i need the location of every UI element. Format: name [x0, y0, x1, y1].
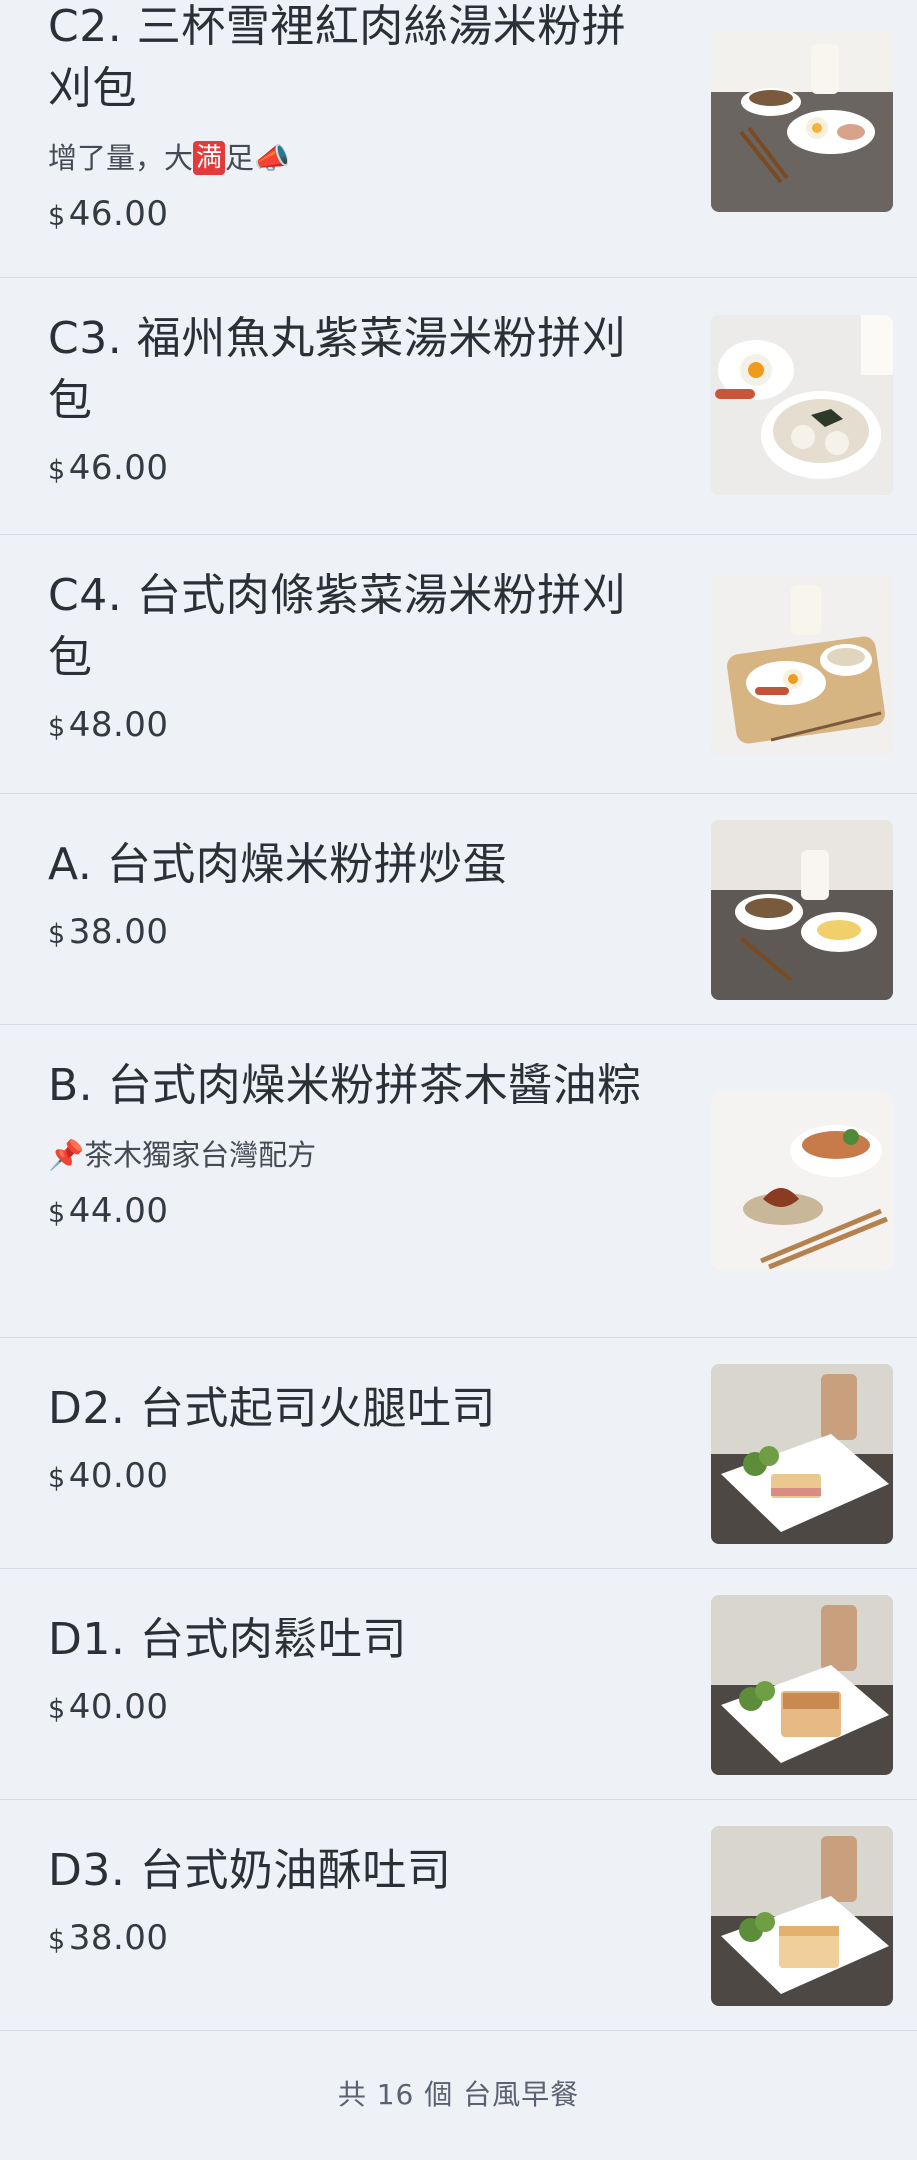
menu-item-image[interactable]	[711, 1595, 893, 1775]
menu-item-title: D3. 台式奶油酥吐司	[48, 1845, 452, 1896]
currency-symbol: $	[48, 1694, 66, 1725]
menu-item-image[interactable]	[711, 575, 893, 755]
breakfast-set-photo	[711, 32, 893, 212]
currency-symbol: $	[48, 919, 66, 950]
menu-item-price: $40.00	[48, 1687, 169, 1727]
menu-item-title: C4. 台式肉條紫菜湯米粉拼刈包	[48, 570, 627, 683]
menu-item-image[interactable]	[711, 820, 893, 1000]
menu-item[interactable]: C3. 福州魚丸紫菜湯米粉拼刈包 $46.00	[0, 278, 917, 535]
rice-dumpling-set-photo	[711, 1091, 893, 1271]
menu-item-image[interactable]	[711, 315, 893, 495]
menu-item-price: $40.00	[48, 1456, 169, 1496]
currency-symbol: $	[48, 712, 66, 743]
menu-item-price: $48.00	[48, 705, 169, 745]
menu-item-price: $38.00	[48, 1918, 169, 1958]
menu-item-title: C2. 三杯雪裡紅肉絲湯米粉拼刈包	[48, 1, 627, 114]
menu-item-title: C3. 福州魚丸紫菜湯米粉拼刈包	[48, 313, 627, 426]
toast-set-photo	[711, 1826, 893, 2006]
menu-page: C2. 三杯雪裡紅肉絲湯米粉拼刈包 增了量，大満足📣 $46.00 C3. 福州…	[0, 0, 917, 2160]
menu-item[interactable]: A. 台式肉燥米粉拼炒蛋 $38.00	[0, 794, 917, 1025]
menu-item-price: $46.00	[48, 194, 169, 234]
menu-item-image[interactable]	[711, 1091, 893, 1271]
menu-item-title: B. 台式肉燥米粉拼茶木醬油粽	[48, 1060, 642, 1111]
item-count-footer: 共 16 個 台風早餐	[337, 2078, 580, 2111]
menu-item-image[interactable]	[711, 32, 893, 212]
toast-set-photo	[711, 1595, 893, 1775]
badge-icon: 満	[193, 141, 226, 175]
currency-symbol: $	[48, 455, 66, 486]
menu-item-description: 增了量，大満足📣	[48, 141, 291, 175]
menu-item-image[interactable]	[711, 1826, 893, 2006]
breakfast-set-photo	[711, 315, 893, 495]
menu-item-title: D2. 台式起司火腿吐司	[48, 1383, 496, 1434]
menu-item[interactable]: D2. 台式起司火腿吐司 $40.00	[0, 1338, 917, 1569]
breakfast-set-photo	[711, 575, 893, 755]
menu-item[interactable]: B. 台式肉燥米粉拼茶木醬油粽 📌茶木獨家台灣配方 $44.00	[0, 1025, 917, 1338]
menu-item-title: D1. 台式肉鬆吐司	[48, 1614, 407, 1665]
currency-symbol: $	[48, 1925, 66, 1956]
toast-set-photo	[711, 1364, 893, 1544]
currency-symbol: $	[48, 1463, 66, 1494]
menu-item-price: $44.00	[48, 1191, 169, 1231]
menu-item[interactable]: D1. 台式肉鬆吐司 $40.00	[0, 1569, 917, 1800]
currency-symbol: $	[48, 201, 66, 232]
breakfast-set-photo	[711, 820, 893, 1000]
menu-item-price: $46.00	[48, 448, 169, 488]
currency-symbol: $	[48, 1198, 66, 1229]
menu-item-image[interactable]	[711, 1364, 893, 1544]
menu-item[interactable]: C4. 台式肉條紫菜湯米粉拼刈包 $48.00	[0, 535, 917, 794]
menu-item-description: 📌茶木獨家台灣配方	[48, 1138, 317, 1172]
menu-item[interactable]: D3. 台式奶油酥吐司 $38.00	[0, 1800, 917, 2031]
menu-item[interactable]: C2. 三杯雪裡紅肉絲湯米粉拼刈包 增了量，大満足📣 $46.00	[0, 0, 917, 278]
menu-item-title: A. 台式肉燥米粉拼炒蛋	[48, 839, 508, 890]
menu-item-price: $38.00	[48, 912, 169, 952]
